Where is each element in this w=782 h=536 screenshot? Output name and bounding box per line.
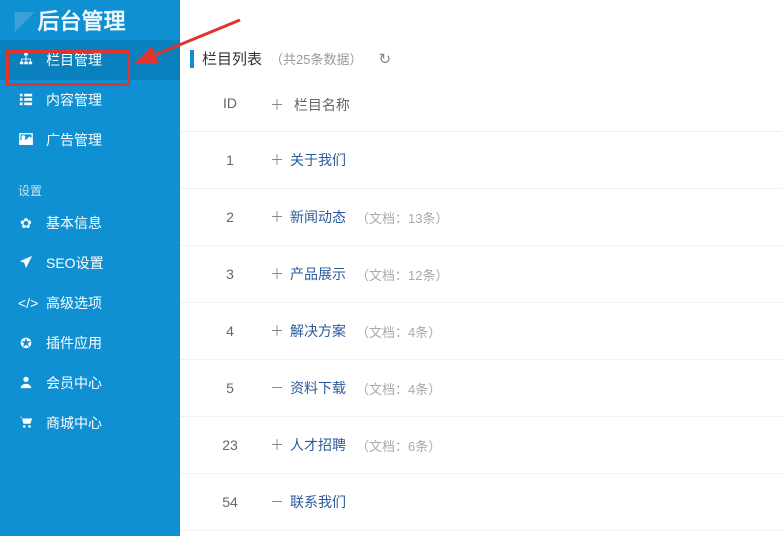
logo-text: 后台管理 bbox=[37, 4, 125, 36]
item-title[interactable]: 资料下载 bbox=[290, 378, 346, 398]
main-content: 栏目列表 （共25条数据） ↻ ID ＋ 栏目名称 1＋关于我们2＋新闻动态（文… bbox=[180, 0, 782, 531]
cell-id: 2 bbox=[190, 209, 270, 225]
sidebar-item-label: 插件应用 bbox=[46, 333, 102, 353]
sidebar-item-label: 基本信息 bbox=[46, 213, 102, 233]
cell-id: 1 bbox=[190, 152, 270, 168]
item-meta: （文档：13条） bbox=[356, 208, 448, 227]
cell-id: 4 bbox=[190, 323, 270, 339]
item-title[interactable]: 解决方案 bbox=[290, 321, 346, 341]
sidebar-item-label: SEO设置 bbox=[46, 253, 104, 273]
item-title[interactable]: 联系我们 bbox=[290, 492, 346, 512]
expand-all-icon[interactable]: ＋ bbox=[270, 97, 284, 113]
item-meta: （文档：4条） bbox=[356, 322, 441, 341]
page-count: （共25条数据） bbox=[270, 49, 362, 68]
expand-icon[interactable]: ＋ bbox=[270, 435, 284, 455]
sidebar-item-label: 栏目管理 bbox=[46, 50, 102, 70]
cart-icon bbox=[18, 415, 34, 432]
cell-id: 54 bbox=[190, 494, 270, 510]
plane-icon bbox=[18, 255, 34, 272]
table-header-name: ＋ 栏目名称 bbox=[270, 95, 350, 115]
refresh-icon[interactable]: ↻ bbox=[378, 50, 391, 68]
item-title[interactable]: 关于我们 bbox=[290, 150, 346, 170]
item-title[interactable]: 人才招聘 bbox=[290, 435, 346, 455]
table-row[interactable]: 5－ 资料下载 （文档：4条） bbox=[180, 360, 782, 417]
logo-icon: ◤ bbox=[15, 6, 33, 35]
sidebar-item-basic[interactable]: ✿ 基本信息 bbox=[0, 203, 180, 243]
table-row[interactable]: 3＋ 产品展示 （文档：12条） bbox=[180, 246, 782, 303]
sidebar-item-label: 商城中心 bbox=[46, 413, 102, 433]
settings-section-label: 设置 bbox=[0, 160, 180, 203]
code-icon: </> bbox=[18, 295, 34, 311]
table-row[interactable]: 2＋ 新闻动态 （文档：13条） bbox=[180, 189, 782, 246]
table-header-name-text: 栏目名称 bbox=[294, 97, 350, 113]
expand-icon[interactable]: ＋ bbox=[270, 207, 284, 227]
sidebar-item-label: 广告管理 bbox=[46, 130, 102, 150]
user-icon bbox=[18, 375, 34, 392]
image-icon bbox=[18, 132, 34, 149]
cell-name: ＋ 新闻动态 （文档：13条） bbox=[270, 207, 448, 227]
expand-icon[interactable]: － bbox=[270, 378, 284, 398]
expand-icon[interactable]: ＋ bbox=[270, 150, 284, 170]
sitemap-icon bbox=[18, 52, 34, 69]
list-icon bbox=[18, 92, 34, 109]
expand-icon[interactable]: ＋ bbox=[270, 264, 284, 284]
sidebar-item-members[interactable]: 会员中心 bbox=[0, 363, 180, 403]
cell-name: － 联系我们 bbox=[270, 492, 346, 512]
page-title: 栏目列表 bbox=[202, 48, 262, 69]
item-meta: （文档：12条） bbox=[356, 265, 448, 284]
expand-icon[interactable]: ＋ bbox=[270, 321, 284, 341]
cell-name: ＋ 人才招聘 （文档：6条） bbox=[270, 435, 441, 455]
table-row[interactable]: 23＋ 人才招聘 （文档：6条） bbox=[180, 417, 782, 474]
item-title[interactable]: 产品展示 bbox=[290, 264, 346, 284]
item-meta: （文档：4条） bbox=[356, 379, 441, 398]
cell-name: － 资料下载 （文档：4条） bbox=[270, 378, 441, 398]
sidebar: ◤ 后台管理 栏目管理 内容管理 广告管理 设置 ✿ 基本信息 SEO设置 </… bbox=[0, 0, 180, 536]
sidebar-item-advanced[interactable]: </> 高级选项 bbox=[0, 283, 180, 323]
item-meta: （文档：6条） bbox=[356, 436, 441, 455]
cell-id: 5 bbox=[190, 380, 270, 396]
table-row[interactable]: 54－ 联系我们 bbox=[180, 474, 782, 531]
sidebar-item-mall[interactable]: 商城中心 bbox=[0, 403, 180, 443]
logo: ◤ 后台管理 bbox=[0, 0, 180, 40]
expand-icon[interactable]: － bbox=[270, 492, 284, 512]
sidebar-item-label: 内容管理 bbox=[46, 90, 102, 110]
table-header-row: ID ＋ 栏目名称 bbox=[180, 83, 782, 132]
table-header-id: ID bbox=[190, 95, 270, 115]
cell-name: ＋ 解决方案 （文档：4条） bbox=[270, 321, 441, 341]
table-row[interactable]: 4＋ 解决方案 （文档：4条） bbox=[180, 303, 782, 360]
sidebar-item-label: 会员中心 bbox=[46, 373, 102, 393]
cell-id: 3 bbox=[190, 266, 270, 282]
cell-id: 23 bbox=[190, 437, 270, 453]
cell-name: ＋ 关于我们 bbox=[270, 150, 346, 170]
sidebar-item-seo[interactable]: SEO设置 bbox=[0, 243, 180, 283]
columns-table: ID ＋ 栏目名称 1＋关于我们2＋新闻动态（文档：13条）3＋产品展示（文档：… bbox=[180, 83, 782, 531]
page-header: 栏目列表 （共25条数据） ↻ bbox=[180, 30, 782, 83]
sidebar-item-ads[interactable]: 广告管理 bbox=[0, 120, 180, 160]
sidebar-item-columns[interactable]: 栏目管理 bbox=[0, 40, 180, 80]
gear-icon: ✿ bbox=[18, 215, 34, 232]
soccer-icon: ✪ bbox=[18, 335, 34, 352]
header-accent-bar bbox=[190, 50, 194, 68]
sidebar-item-content[interactable]: 内容管理 bbox=[0, 80, 180, 120]
cell-name: ＋ 产品展示 （文档：12条） bbox=[270, 264, 448, 284]
item-title[interactable]: 新闻动态 bbox=[290, 207, 346, 227]
sidebar-item-plugins[interactable]: ✪ 插件应用 bbox=[0, 323, 180, 363]
table-row[interactable]: 1＋ 关于我们 bbox=[180, 132, 782, 189]
sidebar-item-label: 高级选项 bbox=[46, 293, 102, 313]
